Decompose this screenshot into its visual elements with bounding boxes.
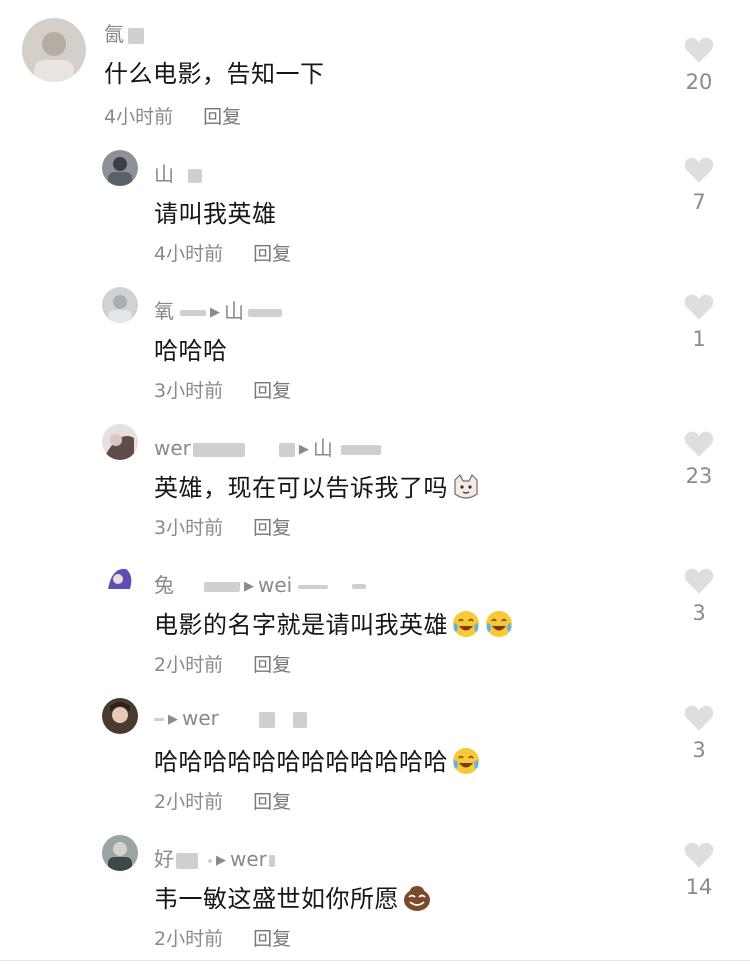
like-button[interactable]: 23 (674, 428, 724, 488)
comment-time: 4小时前 (104, 106, 174, 128)
avatar[interactable] (102, 835, 138, 871)
reply-text: 韦一敏这盛世如你所愿 (154, 879, 432, 914)
reply-username[interactable]: ▶ wer (154, 706, 307, 730)
comment-text: 什么电影，告知一下 (104, 60, 325, 88)
reply-meta: 2小时前 回复 (154, 924, 291, 951)
reply-button[interactable]: 回复 (253, 517, 291, 539)
reply-item: 好 ▶ wer 韦一敏这盛世如你所愿 2小时前 回复 14 (0, 825, 750, 962)
comment-meta: 4小时前 回复 (104, 102, 241, 129)
reply-time: 3小时前 (154, 380, 224, 402)
reply-time: 4小时前 (154, 243, 224, 265)
crying-laughing-emoji-icon (451, 746, 481, 776)
reply-meta: 3小时前 回复 (154, 513, 291, 540)
reply-item: wer ▶ 山 英雄，现在可以告诉我了吗 3小时前 回复 23 (0, 414, 750, 551)
like-button[interactable]: 7 (674, 154, 724, 214)
avatar[interactable] (22, 18, 86, 82)
reply-username[interactable]: 山 (154, 158, 202, 187)
heart-icon (684, 705, 714, 731)
reply-username[interactable]: 兔 ▶ wei (154, 569, 367, 598)
reply-button[interactable]: 回复 (253, 654, 291, 676)
avatar[interactable] (102, 561, 138, 597)
reply-time: 3小时前 (154, 517, 224, 539)
reply-button[interactable]: 回复 (253, 928, 291, 950)
cat-emoji-icon (451, 472, 481, 502)
like-count: 23 (685, 464, 713, 488)
reply-time: 2小时前 (154, 654, 224, 676)
crying-laughing-emoji-icon (451, 609, 481, 639)
reply-item: 兔 ▶ wei 电影的名字就是请叫我英雄 2小时前 回复 3 (0, 551, 750, 688)
like-button[interactable]: 3 (674, 702, 724, 762)
reply-arrow-icon: ▶ (244, 579, 254, 594)
heart-icon (684, 842, 714, 868)
reply-text: 哈哈哈哈哈哈哈哈哈哈哈哈 (154, 742, 481, 777)
reply-text: 哈哈哈 (154, 337, 228, 365)
reply-arrow-icon: ▶ (210, 305, 220, 320)
heart-icon (684, 431, 714, 457)
reply-meta: 2小时前 回复 (154, 650, 291, 677)
comment-username[interactable]: 氤 (104, 18, 144, 47)
heart-icon (684, 294, 714, 320)
comment-item: 氤 什么电影，告知一下 4小时前 回复 20 (0, 0, 750, 140)
like-count: 3 (692, 738, 706, 762)
reply-meta: 4小时前 回复 (154, 239, 291, 266)
reply-username[interactable]: 好 ▶ wer (154, 843, 275, 872)
reply-meta: 2小时前 回复 (154, 787, 291, 814)
reply-button[interactable]: 回复 (253, 243, 291, 265)
poop-face-emoji-icon (402, 883, 432, 913)
reply-item: 氧 ▶ 山 哈哈哈 3小时前 回复 1 (0, 277, 750, 414)
like-button[interactable]: 1 (674, 291, 724, 351)
like-button[interactable]: 14 (674, 839, 724, 899)
like-count: 3 (692, 601, 706, 625)
avatar[interactable] (102, 150, 138, 186)
reply-arrow-icon: ▶ (168, 712, 178, 727)
avatar[interactable] (102, 698, 138, 734)
reply-meta: 3小时前 回复 (154, 376, 291, 403)
reply-item: ▶ wer 哈哈哈哈哈哈哈哈哈哈哈哈 2小时前 回复 3 (0, 688, 750, 825)
reply-button[interactable]: 回复 (203, 106, 241, 128)
reply-time: 2小时前 (154, 791, 224, 813)
reply-text: 请叫我英雄 (154, 200, 277, 228)
reply-arrow-icon: ▶ (298, 442, 309, 457)
like-button[interactable]: 20 (674, 34, 724, 94)
like-count: 1 (692, 327, 706, 351)
reply-button[interactable]: 回复 (253, 791, 291, 813)
reply-text: 电影的名字就是请叫我英雄 (154, 605, 514, 640)
heart-icon (684, 157, 714, 183)
reply-item: 山 请叫我英雄 4小时前 回复 7 (0, 140, 750, 277)
heart-icon (684, 568, 714, 594)
avatar[interactable] (102, 424, 138, 460)
reply-username[interactable]: wer ▶ 山 (154, 432, 381, 461)
reply-time: 2小时前 (154, 928, 224, 950)
like-count: 14 (685, 875, 713, 899)
reply-text: 英雄，现在可以告诉我了吗 (154, 468, 481, 503)
like-count: 7 (692, 190, 706, 214)
reply-username[interactable]: 氧 ▶ 山 (154, 295, 282, 324)
avatar[interactable] (102, 287, 138, 323)
reply-arrow-icon: ▶ (216, 853, 226, 868)
crying-laughing-emoji-icon (484, 609, 514, 639)
reply-button[interactable]: 回复 (253, 380, 291, 402)
heart-icon (684, 37, 714, 63)
like-count: 20 (685, 70, 713, 94)
like-button[interactable]: 3 (674, 565, 724, 625)
divider (0, 960, 750, 961)
